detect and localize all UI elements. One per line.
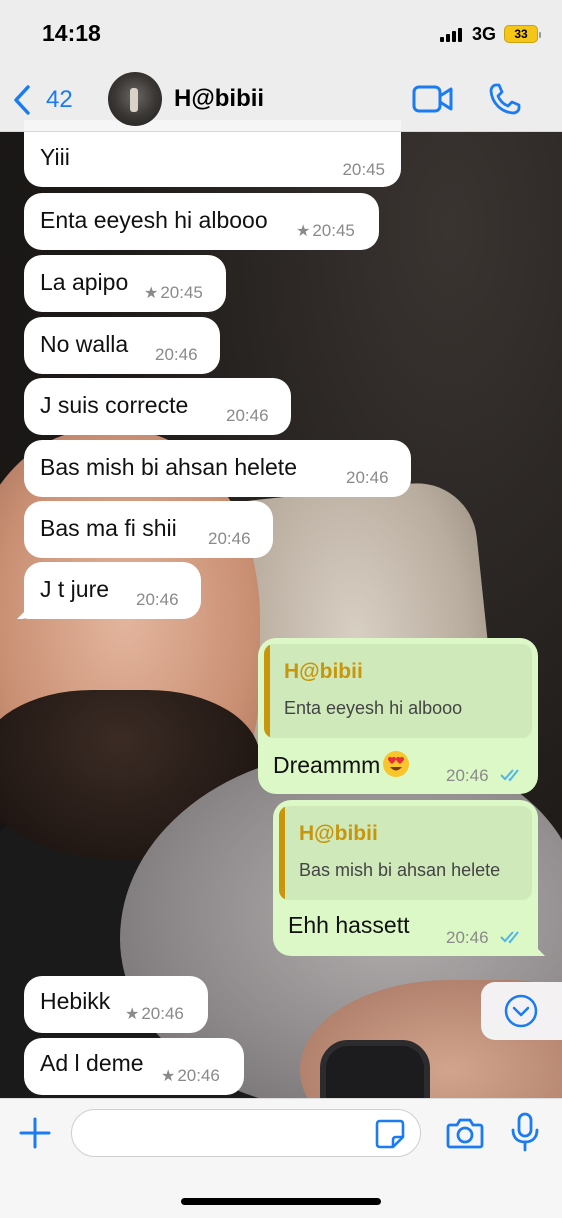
- message-text: Bas ma fi shii: [40, 515, 177, 541]
- star-icon: ★: [144, 285, 159, 302]
- phone-icon[interactable]: [488, 82, 522, 116]
- heart-eyes-emoji: [383, 751, 410, 777]
- message-time: 20:45: [342, 160, 385, 179]
- message-time: 20:46: [446, 766, 489, 785]
- message-incoming[interactable]: Enta eeyesh hi albooo ★ 20:45: [24, 193, 379, 250]
- quoted-message[interactable]: H@bibii Bas mish bi ahsan helete: [279, 806, 532, 900]
- chat-header: 14:18 3G 33 42 H@bibii: [0, 0, 562, 132]
- message-time: 20:46: [155, 345, 198, 364]
- message-text: Dreammm: [273, 750, 410, 779]
- network-type: 3G: [472, 24, 497, 44]
- message-incoming[interactable]: Bas mish bi ahsan helete 20:46: [24, 440, 411, 497]
- message-text: J suis correcte: [40, 392, 189, 418]
- quoted-message[interactable]: H@bibii Enta eeyesh hi albooo: [264, 644, 532, 738]
- microphone-icon[interactable]: [510, 1112, 540, 1152]
- status-time: 14:18: [42, 20, 101, 46]
- read-receipt-icon: [500, 769, 519, 782]
- quote-accent-bar: [279, 806, 285, 900]
- message-outgoing[interactable]: H@bibii Enta eeyesh hi albooo Dreammm 20…: [258, 638, 538, 794]
- message-outgoing[interactable]: H@bibii Bas mish bi ahsan helete Ehh has…: [273, 800, 545, 956]
- message-incoming[interactable]: Bas ma fi shii 20:46: [24, 501, 273, 558]
- quote-text: Enta eeyesh hi albooo: [284, 698, 463, 718]
- quote-author: H@bibii: [299, 822, 378, 845]
- contact-name[interactable]: H@bibii: [174, 85, 264, 113]
- message-text: J t jure: [40, 576, 110, 602]
- star-icon: ★: [125, 1006, 140, 1023]
- message-text: La apipo: [40, 269, 129, 295]
- message-incoming[interactable]: Ad l deme ★ 20:46: [24, 1038, 244, 1095]
- quote-text: Bas mish bi ahsan helete: [299, 860, 501, 880]
- message-text: Ehh hassett: [288, 912, 410, 938]
- sticker-icon[interactable]: [374, 1118, 406, 1150]
- message-time: 20:46: [446, 928, 489, 947]
- message-time: 20:46: [226, 406, 269, 425]
- video-call-icon[interactable]: [412, 84, 454, 114]
- message-text: Ad l deme: [40, 1050, 144, 1076]
- read-receipt-icon: [500, 931, 519, 944]
- message-text: Bas mish bi ahsan helete: [40, 454, 297, 480]
- star-icon: ★: [296, 223, 311, 240]
- message-time: ★ 20:45: [144, 283, 203, 302]
- quote-accent-bar: [264, 644, 270, 738]
- scroll-to-bottom-button[interactable]: [481, 982, 562, 1040]
- star-icon: ★: [161, 1068, 176, 1085]
- message-text: No walla: [40, 331, 129, 357]
- message-time: ★ 20:46: [161, 1066, 220, 1085]
- quote-author: H@bibii: [284, 660, 363, 683]
- message-text-content: Dreammm: [273, 752, 381, 778]
- back-button[interactable]: 42: [12, 84, 82, 116]
- battery-level: 33: [514, 27, 528, 41]
- avatar[interactable]: [108, 72, 162, 126]
- message-time: ★ 20:45: [296, 221, 355, 240]
- message-incoming[interactable]: J t jure 20:46: [17, 562, 201, 619]
- chevron-down-circle-icon: [504, 994, 538, 1028]
- battery-icon: 33: [504, 25, 541, 43]
- home-indicator: [181, 1198, 381, 1205]
- message-incoming[interactable]: J suis correcte 20:46: [24, 378, 291, 435]
- camera-icon[interactable]: [446, 1116, 484, 1150]
- message-text: Enta eeyesh hi albooo: [40, 207, 268, 233]
- unread-count: 42: [46, 86, 73, 113]
- message-incoming[interactable]: No walla 20:46: [24, 317, 220, 374]
- plus-icon[interactable]: [18, 1116, 52, 1150]
- message-incoming[interactable]: Hebikk ★ 20:46: [24, 976, 208, 1033]
- message-time: 20:46: [136, 590, 179, 609]
- message-text: Yiii: [40, 144, 70, 170]
- message-time: ★ 20:46: [125, 1004, 184, 1023]
- message-incoming[interactable]: La apipo ★ 20:45: [24, 255, 226, 312]
- message-time: 20:46: [208, 529, 251, 548]
- message-time: 20:46: [346, 468, 389, 487]
- cellular-signal-icon: [440, 28, 462, 42]
- chevron-left-icon: [14, 85, 30, 115]
- message-input[interactable]: [71, 1109, 421, 1157]
- message-text: Hebikk: [40, 988, 111, 1014]
